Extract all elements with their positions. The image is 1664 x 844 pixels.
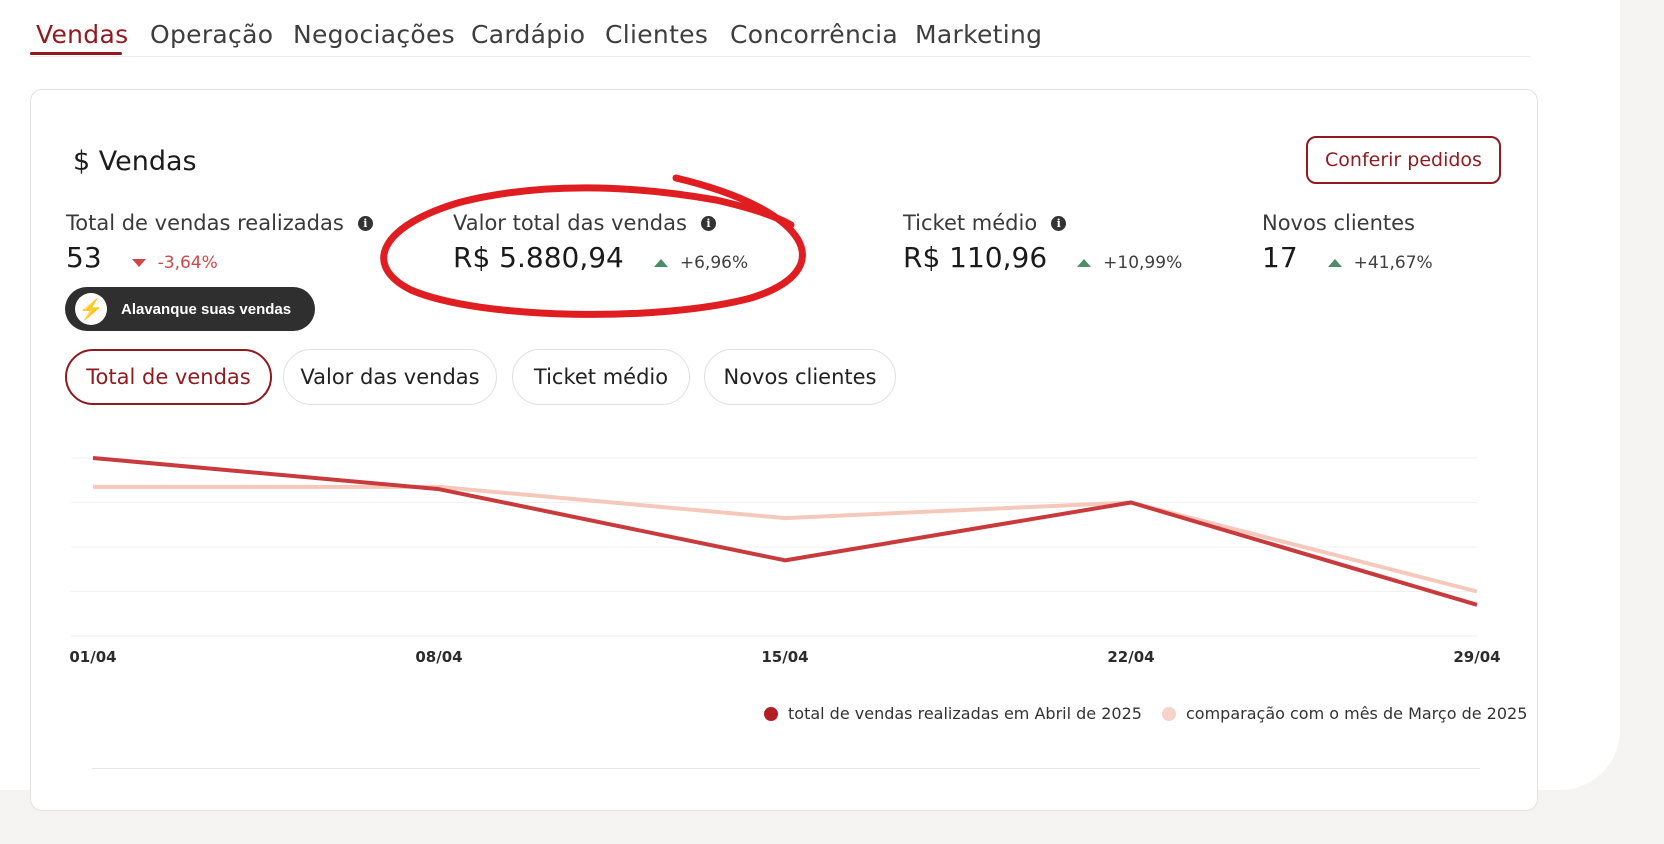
tab-cardapio[interactable]: Cardápio (471, 20, 585, 49)
lightning-icon: ⚡ (75, 293, 107, 325)
card-title: $ Vendas (73, 146, 197, 177)
bottom-divider (92, 768, 1480, 769)
tab-vendas[interactable]: Vendas (36, 20, 128, 49)
metric-change: -3,64% (131, 253, 218, 273)
legend-dot-icon (1162, 706, 1176, 721)
legend-label: comparação com o mês de Março de 2025 (1186, 704, 1528, 723)
highlight-circle (380, 174, 806, 318)
metric-new-customers: Novos clientes 17 +41,67% (1262, 211, 1433, 274)
metric-change-value: -3,64% (157, 253, 218, 273)
boost-sales-button[interactable]: ⚡ Alavanque suas vendas (65, 287, 315, 331)
info-icon[interactable]: i (1051, 215, 1067, 231)
metric-change: +41,67% (1327, 253, 1433, 273)
chip-valor-vendas[interactable]: Valor das vendas (283, 349, 497, 405)
tab-clientes[interactable]: Clientes (605, 20, 708, 49)
metric-label: Ticket médio (903, 211, 1038, 235)
metric-total-sales: Total de vendas realizadas i 53 -3,64% (66, 211, 373, 274)
x-tick-label: 22/04 (1107, 648, 1154, 666)
chip-novos-clientes[interactable]: Novos clientes (704, 349, 896, 405)
trend-down-icon (131, 259, 146, 267)
sales-line-chart: 01/04 08/04 15/04 22/04 29/04 (69, 456, 1501, 666)
metric-average-ticket: Ticket médio i R$ 110,96 +10,99% (903, 211, 1182, 274)
series-line-current (92, 456, 1478, 607)
top-tab-bar: Vendas Operação Negociações Cardápio Cli… (30, 0, 1530, 57)
tab-concorrencia[interactable]: Concorrência (730, 20, 898, 49)
boost-sales-label: Alavanque suas vendas (121, 300, 292, 318)
chip-total-vendas[interactable]: Total de vendas (65, 349, 272, 405)
sales-card: $ Vendas Conferir pedidos Total de venda… (30, 89, 1538, 811)
x-tick-label: 01/04 (69, 648, 116, 666)
check-orders-button[interactable]: Conferir pedidos (1306, 136, 1501, 184)
legend-item-current: total de vendas realizadas em Abril de 2… (764, 704, 1142, 723)
legend-item-comparison: comparação com o mês de Março de 2025 (1162, 704, 1527, 723)
metric-label: Total de vendas realizadas (66, 211, 344, 235)
tab-negociacoes[interactable]: Negociações (293, 20, 455, 49)
metric-label: Novos clientes (1262, 211, 1415, 235)
chip-ticket-medio[interactable]: Ticket médio (512, 349, 690, 405)
active-tab-indicator (30, 52, 122, 55)
legend-label: total de vendas realizadas em Abril de 2… (788, 704, 1142, 723)
metric-change-value: +41,67% (1353, 253, 1433, 273)
metric-change: +10,99% (1077, 253, 1182, 273)
trend-up-icon (1077, 259, 1092, 267)
metric-value: R$ 110,96 (903, 241, 1048, 274)
metric-value: 17 (1262, 241, 1298, 274)
x-tick-label: 15/04 (761, 648, 808, 666)
x-tick-label: 29/04 (1453, 648, 1500, 666)
metric-change-value: +10,99% (1103, 253, 1183, 273)
tab-operacao[interactable]: Operação (150, 20, 273, 49)
tab-marketing[interactable]: Marketing (915, 20, 1042, 49)
x-tick-label: 08/04 (415, 648, 462, 666)
metric-value: 53 (66, 241, 102, 274)
legend-dot-icon (764, 706, 778, 721)
trend-up-icon (1327, 259, 1342, 267)
